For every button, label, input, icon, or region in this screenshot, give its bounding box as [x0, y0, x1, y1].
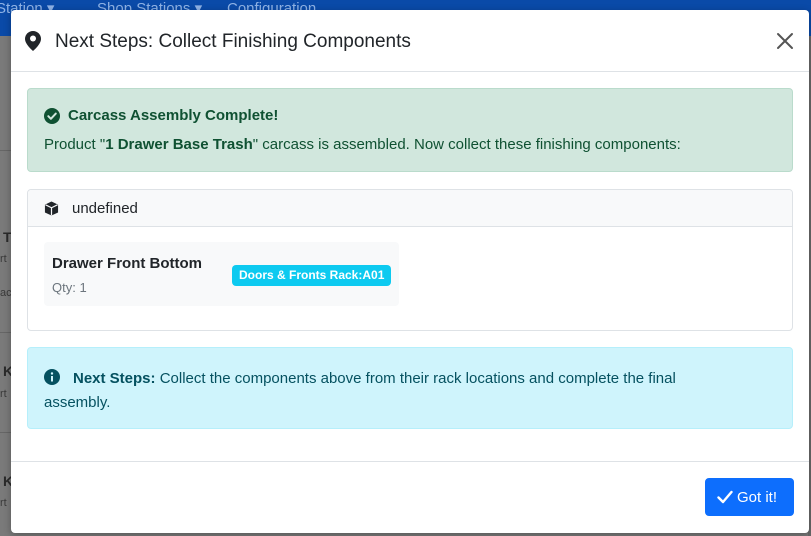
alert-message: Product "1 Drawer Base Trash" carcass is…	[44, 136, 681, 154]
background-text-fragment: rt	[0, 388, 7, 400]
close-icon[interactable]	[773, 29, 797, 53]
assembly-complete-alert: Carcass Assembly Complete! Product "1 Dr…	[27, 88, 793, 172]
component-qty: Qty: 1	[52, 280, 87, 295]
modal-footer: Got it!	[11, 461, 809, 533]
check-icon	[717, 490, 733, 504]
check-circle-icon	[44, 108, 60, 124]
background-divider	[0, 150, 11, 151]
next-steps-modal: Next Steps: Collect Finishing Components…	[11, 10, 809, 533]
info-label: Next Steps:	[73, 370, 156, 387]
message-suffix: " carcass is assembled. Now collect thes…	[252, 136, 681, 153]
component-item: Drawer Front Bottom Qty: 1 Doors & Front…	[44, 242, 399, 306]
modal-header: Next Steps: Collect Finishing Components	[11, 10, 809, 72]
product-name: 1 Drawer Base Trash	[105, 136, 253, 153]
alert-title: Carcass Assembly Complete!	[68, 107, 279, 124]
next-steps-info-alert: Next Steps: Collect the components above…	[27, 347, 793, 429]
map-marker-icon	[25, 31, 41, 51]
got-it-button[interactable]: Got it!	[705, 478, 794, 516]
background-text-fragment: rt	[0, 497, 7, 509]
info-text: Next Steps: Collect the components above…	[44, 367, 744, 415]
card-title: undefined	[72, 200, 138, 217]
card-header: undefined	[28, 190, 792, 227]
component-name: Drawer Front Bottom	[52, 255, 202, 272]
got-it-label: Got it!	[737, 489, 778, 506]
modal-title: Next Steps: Collect Finishing Components	[55, 31, 411, 52]
message-prefix: Product "	[44, 136, 106, 153]
rack-location-badge: Doors & Fronts Rack:A01	[232, 265, 392, 286]
background-text-fragment: rt	[0, 253, 7, 265]
components-card: undefined Drawer Front Bottom Qty: 1 Doo…	[27, 189, 793, 331]
background-divider	[0, 332, 11, 333]
cube-icon	[44, 201, 59, 216]
background-text-fragment: ac	[0, 287, 12, 299]
background-divider	[0, 432, 11, 433]
